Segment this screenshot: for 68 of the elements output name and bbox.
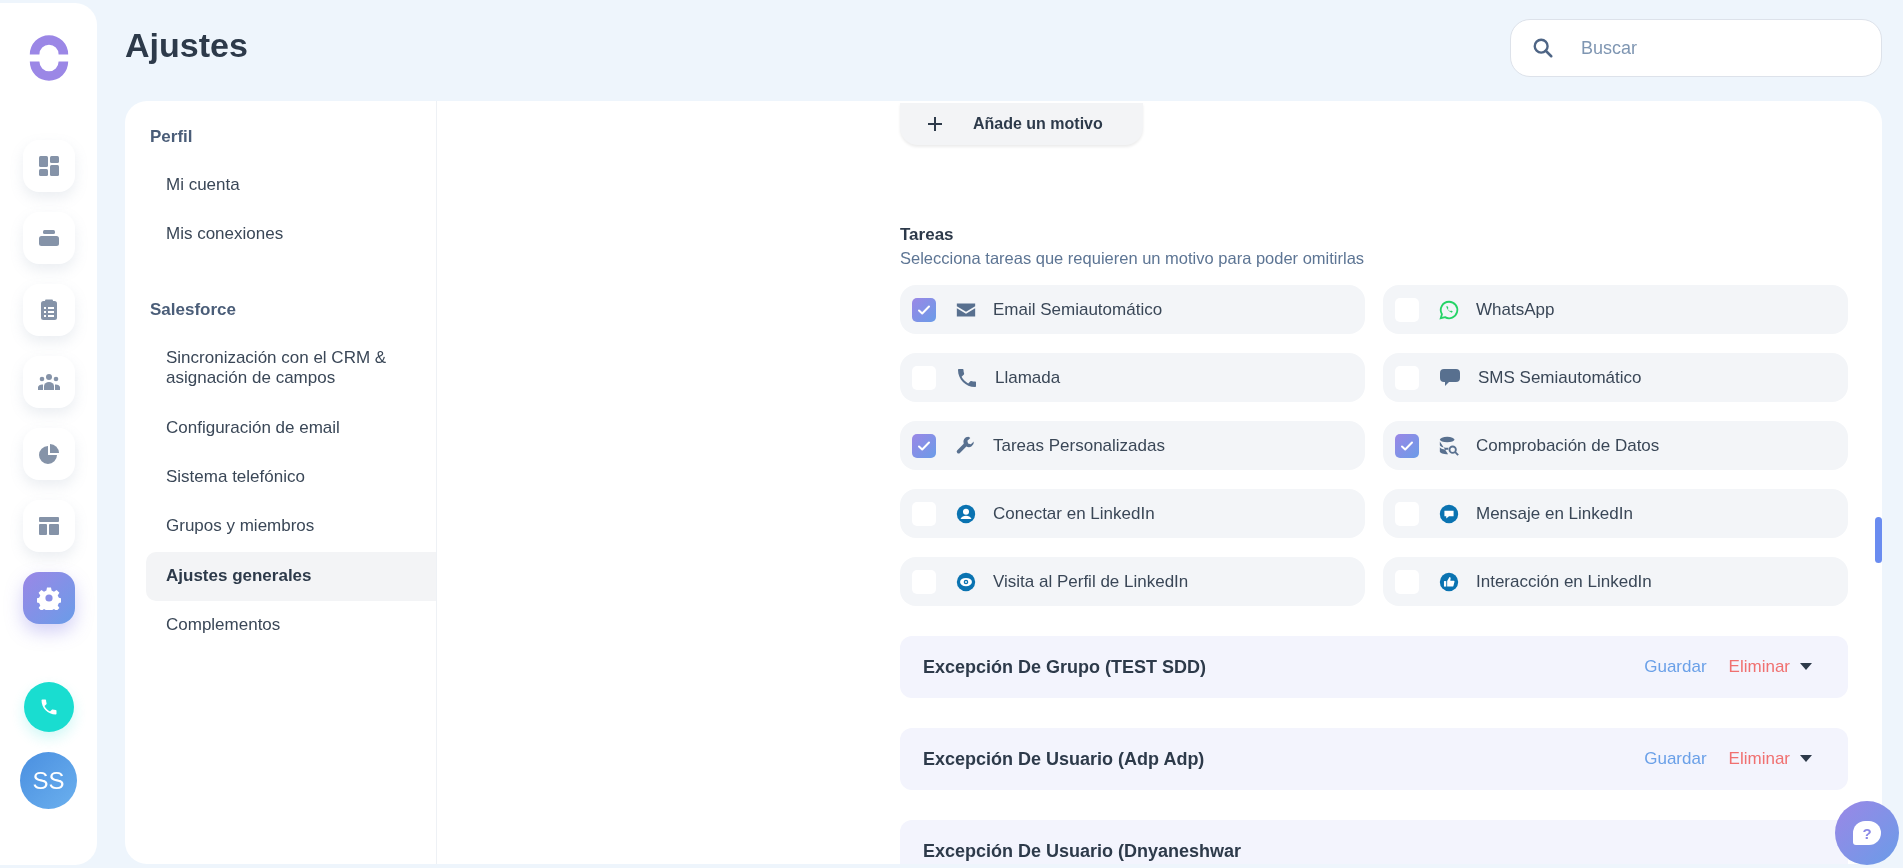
caret-icon[interactable] [1800,755,1812,763]
task-label: Tareas Personalizadas [993,435,1165,456]
task-label: Mensaje en LinkedIn [1476,503,1633,524]
settings-nav-item[interactable]: Ajustes generales [146,551,436,602]
rail-button[interactable] [22,572,75,624]
task-option[interactable]: Tareas Personalizadas [900,421,1365,470]
checkbox[interactable] [912,433,936,458]
settings-nav-item[interactable]: Sistema telefónico [146,452,436,503]
exception-panel[interactable]: Excepción De Usuario (Adp Adp) Guardar Eliminar [900,728,1848,790]
caret-icon[interactable] [1800,663,1812,671]
task-option[interactable]: WhatsApp [1383,285,1848,334]
task-option[interactable]: Conectar en LinkedIn [900,489,1365,538]
task-label: Conectar en LinkedIn [993,503,1155,524]
task-option[interactable]: SMS Semiautomático [1383,353,1848,402]
tasks-description: Selecciona tareas que requieren un motivo para poder omitirlas [900,249,1366,268]
page-title: Ajustes [125,26,248,65]
user-icon [955,502,977,525]
exception-panel[interactable]: Excepción De Grupo (TEST SDD) Guardar Eliminar [900,636,1848,698]
section-heading: Salesforce [149,298,237,321]
task-option[interactable]: Email Semiautomático [900,285,1365,334]
task-option[interactable]: Interacción en LinkedIn [1383,557,1848,606]
pie-chart-icon [36,442,61,466]
settings-icon [36,586,61,610]
rail-button[interactable] [22,500,75,552]
task-label: WhatsApp [1476,299,1555,320]
task-option[interactable]: Visita al Perfil de LinkedIn [900,557,1365,606]
checkbox[interactable] [912,297,936,322]
phone-button[interactable] [23,682,74,732]
rail-button[interactable] [22,356,75,408]
exception-title: Excepción De Grupo (TEST SDD) [923,656,1207,678]
task-label: Comprobación de Datos [1476,435,1660,456]
task-label: Visita al Perfil de LinkedIn [993,571,1189,592]
rail-button[interactable] [22,212,75,264]
task-label: Interacción en LinkedIn [1476,571,1652,592]
search-icon [1532,37,1554,59]
settings-nav-item[interactable]: Mi cuenta [146,161,436,211]
task-option[interactable]: Comprobación de Datos [1383,421,1848,470]
add-reason-button[interactable]: Añade un motivo [900,103,1143,145]
rail-button[interactable] [22,284,75,336]
tasks-heading: Tareas [900,225,955,245]
exception-panel[interactable]: Excepción De Usuario (Dnyaneshwar [900,820,1848,864]
settings-nav-item[interactable]: Sincronización con el CRM & asignación de campos [146,333,436,404]
dashboard-icon [36,154,61,178]
scrollbar-thumb[interactable] [1875,517,1882,563]
task-label: Email Semiautomático [993,299,1163,320]
rail-button[interactable] [22,140,75,192]
whatsapp-icon [1438,298,1460,321]
exception-title: Excepción De Usuario (Dnyaneshwar [923,840,1242,862]
task-label: Llamada [995,367,1061,388]
exception-title: Excepción De Usuario (Adp Adp) [923,748,1205,770]
plus-icon [927,116,943,132]
database-search-icon [1438,434,1460,457]
search-field[interactable]: Buscar [1510,19,1882,77]
thumbs-up-icon [1438,570,1460,593]
settings-nav-item[interactable]: Configuración de email [146,403,436,453]
settings-nav-item[interactable]: Complementos [146,601,436,651]
rail-button[interactable] [22,428,75,480]
task-option[interactable]: Mensaje en LinkedIn [1383,489,1848,538]
layout-icon [36,514,61,538]
wrench-icon [955,434,977,457]
section-heading: Perfil [149,126,194,148]
settings-nav-item[interactable]: Grupos y miembros [146,502,436,552]
task-label: SMS Semiautomático [1478,367,1642,388]
settings-nav-item[interactable]: Mis conexiones [146,210,436,260]
chat-icon [1438,502,1460,525]
task-option[interactable]: Llamada [900,353,1365,402]
eye-icon [955,570,977,593]
checkbox[interactable] [1395,433,1419,458]
